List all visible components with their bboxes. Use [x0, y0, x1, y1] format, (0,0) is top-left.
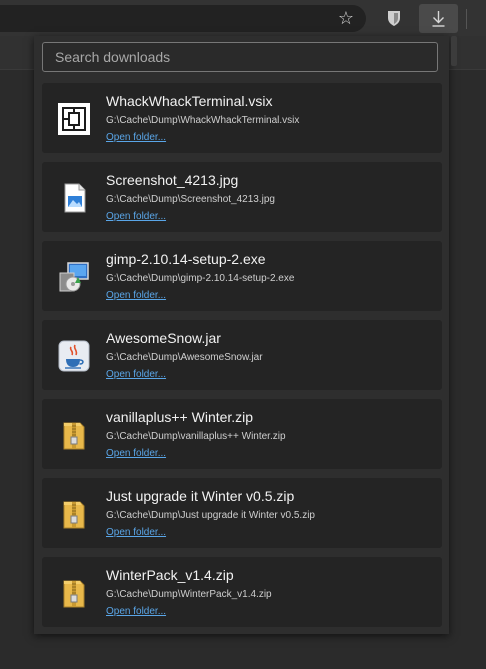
download-filename: Screenshot_4213.jpg — [106, 172, 239, 188]
open-folder-link[interactable]: Open folder... — [106, 132, 166, 143]
open-folder-link[interactable]: Open folder... — [106, 527, 166, 538]
download-path: G:\Cache\Dump\Just upgrade it Winter v0.… — [106, 510, 315, 521]
zip-archive-icon — [56, 496, 92, 532]
download-path: G:\Cache\Dump\vanillaplus++ Winter.zip — [106, 431, 286, 442]
download-path: G:\Cache\Dump\AwesomeSnow.jar — [106, 352, 263, 363]
browser-toolbar: ☆ — [0, 0, 486, 36]
download-filename: Just upgrade it Winter v0.5.zip — [106, 488, 295, 504]
download-item[interactable]: Screenshot_4213.jpg G:\Cache\Dump\Screen… — [42, 162, 442, 232]
download-path: G:\Cache\Dump\WhackWhackTerminal.vsix — [106, 115, 300, 126]
zip-archive-icon — [56, 575, 92, 611]
vsix-package-icon — [56, 101, 92, 137]
downloads-list: WhackWhackTerminal.vsix G:\Cache\Dump\Wh… — [42, 83, 442, 636]
star-outline-icon[interactable]: ☆ — [335, 7, 357, 29]
downloads-button[interactable] — [419, 4, 458, 33]
download-item[interactable]: vanillaplus++ Winter.zip G:\Cache\Dump\v… — [42, 399, 442, 469]
download-path: G:\Cache\Dump\WinterPack_v1.4.zip — [106, 589, 272, 600]
download-item[interactable]: AwesomeSnow.jar G:\Cache\Dump\AwesomeSno… — [42, 320, 442, 390]
download-item[interactable]: gimp-2.10.14-setup-2.exe G:\Cache\Dump\g… — [42, 241, 442, 311]
download-item[interactable]: Just upgrade it Winter v0.5.zip G:\Cache… — [42, 478, 442, 548]
download-filename: WinterPack_v1.4.zip — [106, 567, 234, 583]
popup-scrollbar[interactable] — [451, 36, 457, 66]
java-jar-icon — [56, 338, 92, 374]
toolbar-separator — [466, 9, 467, 29]
download-filename: vanillaplus++ Winter.zip — [106, 409, 254, 425]
download-item[interactable]: WhackWhackTerminal.vsix G:\Cache\Dump\Wh… — [42, 83, 442, 153]
open-folder-link[interactable]: Open folder... — [106, 369, 166, 380]
open-folder-link[interactable]: Open folder... — [106, 448, 166, 459]
open-folder-link[interactable]: Open folder... — [106, 211, 166, 222]
downloads-popup: WhackWhackTerminal.vsix G:\Cache\Dump\Wh… — [34, 36, 449, 634]
search-input[interactable] — [42, 42, 438, 72]
bitwarden-shield-icon[interactable] — [382, 6, 406, 30]
image-file-icon — [56, 180, 92, 216]
open-folder-link[interactable]: Open folder... — [106, 290, 166, 301]
download-arrow-icon — [432, 11, 445, 27]
address-bar[interactable] — [0, 5, 366, 32]
installer-exe-icon — [56, 259, 92, 295]
download-filename: WhackWhackTerminal.vsix — [106, 93, 273, 109]
download-item[interactable]: WinterPack_v1.4.zip G:\Cache\Dump\Winter… — [42, 557, 442, 627]
zip-archive-icon — [56, 417, 92, 453]
download-path: G:\Cache\Dump\gimp-2.10.14-setup-2.exe — [106, 273, 295, 284]
download-filename: AwesomeSnow.jar — [106, 330, 221, 346]
download-filename: gimp-2.10.14-setup-2.exe — [106, 251, 266, 267]
download-path: G:\Cache\Dump\Screenshot_4213.jpg — [106, 194, 275, 205]
open-folder-link[interactable]: Open folder... — [106, 606, 166, 617]
